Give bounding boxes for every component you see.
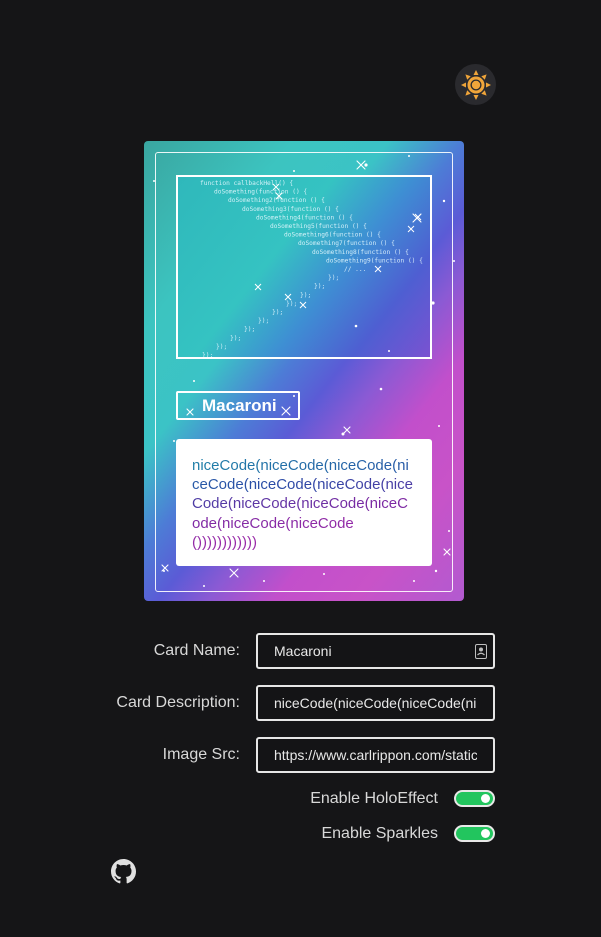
image-src-label: Image Src: — [162, 746, 240, 763]
code-line: doSomething8(function () { — [312, 249, 409, 256]
sparkle — [284, 293, 292, 301]
code-line: doSomething9(function () { — [326, 257, 423, 264]
card-description-label: Card Description: — [116, 694, 240, 711]
sparkle — [407, 225, 415, 233]
github-icon[interactable] — [111, 859, 136, 884]
code-line: doSomething2(function () { — [228, 197, 325, 204]
card-description: niceCode(niceCode(niceCode(niceCode(nice… — [176, 439, 432, 566]
card-description-input[interactable] — [256, 685, 495, 721]
code-line: function callbackHell() { — [200, 180, 293, 187]
contact-card-icon — [475, 644, 487, 659]
sun-icon — [460, 69, 491, 100]
app-page: function callbackHell() { doSomething(fun… — [0, 0, 601, 937]
toggle-knob — [481, 794, 490, 803]
toggle-knob — [481, 829, 490, 838]
code-line: doSomething3(function () { — [242, 206, 339, 213]
code-line: doSomething6(function () { — [284, 232, 381, 239]
code-line: // ... — [344, 266, 366, 273]
sparkles-label: Enable Sparkles — [321, 825, 438, 842]
sparkle — [299, 301, 307, 309]
sparkle — [374, 265, 382, 273]
sparkles-toggle[interactable] — [454, 825, 495, 842]
card-name: Macaroni — [176, 391, 300, 420]
code-line: }); — [244, 326, 255, 333]
holo-effect-label: Enable HoloEffect — [310, 790, 438, 807]
code-line: }); — [300, 292, 311, 299]
card-name-label: Card Name: — [153, 642, 240, 659]
code-line: doSomething4(function () { — [256, 214, 353, 221]
code-line: }); — [230, 335, 241, 342]
image-src-input[interactable] — [256, 737, 495, 773]
code-line: }); — [286, 300, 297, 307]
code-line: }); — [216, 343, 227, 350]
sparkle — [414, 213, 422, 221]
holo-effect-toggle[interactable] — [454, 790, 495, 807]
code-line: }); — [202, 352, 213, 357]
card-description-text: niceCode(niceCode(niceCode(niceCode(nice… — [192, 457, 413, 551]
code-line: }); — [258, 318, 269, 325]
code-line: }); — [272, 309, 283, 316]
holo-card[interactable]: function callbackHell() { doSomething(fun… — [144, 141, 464, 601]
theme-toggle-button[interactable] — [455, 64, 496, 105]
code-line: }); — [328, 275, 339, 282]
code-line: doSomething7(function () { — [298, 240, 395, 247]
card-name-input[interactable] — [256, 633, 495, 669]
card-image: function callbackHell() { doSomething(fun… — [176, 175, 432, 359]
card-name-text: Macaroni — [202, 395, 277, 415]
sparkle — [254, 283, 262, 291]
code-line: doSomething(function () { — [214, 189, 307, 196]
code-line: }); — [314, 283, 325, 290]
code-line: doSomething5(function () { — [270, 223, 367, 230]
